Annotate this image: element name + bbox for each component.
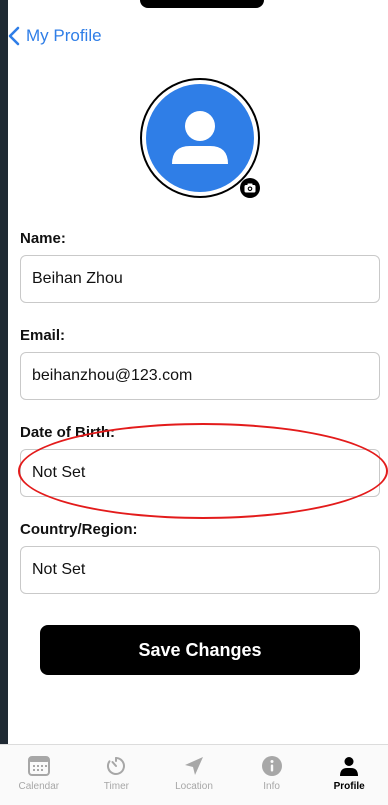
save-changes-button[interactable]: Save Changes	[40, 625, 360, 675]
tab-location[interactable]: Location	[155, 745, 233, 805]
email-field[interactable]: beihanzhou@123.com	[20, 352, 380, 400]
tab-info[interactable]: Info	[233, 745, 311, 805]
camera-icon	[244, 183, 256, 193]
back-button[interactable]: My Profile	[8, 24, 102, 48]
tab-info-label: Info	[263, 781, 280, 792]
name-field[interactable]: Beihan Zhou	[20, 255, 380, 303]
change-photo-button[interactable]	[240, 178, 260, 198]
location-icon	[184, 757, 203, 775]
country-field[interactable]: Not Set	[20, 546, 380, 594]
profile-avatar[interactable]	[140, 78, 260, 198]
tab-profile-label: Profile	[333, 781, 365, 792]
tab-calendar-label: Calendar	[18, 781, 60, 792]
device-frame-edge	[0, 0, 8, 804]
device-notch	[140, 0, 264, 8]
timer-icon	[107, 757, 126, 775]
tab-profile[interactable]: Profile	[310, 745, 388, 805]
tab-bar: Calendar Timer Location Info Profile	[0, 744, 388, 805]
tab-timer-label: Timer	[103, 781, 129, 792]
calendar-icon	[27, 756, 50, 776]
back-button-label: My Profile	[26, 26, 102, 45]
tab-location-label: Location	[175, 781, 213, 792]
avatar	[146, 84, 254, 192]
tab-timer[interactable]: Timer	[78, 745, 156, 805]
info-icon	[261, 756, 282, 776]
person-icon	[340, 757, 359, 776]
email-label: Email:	[20, 327, 66, 344]
tab-calendar[interactable]: Calendar	[0, 745, 78, 805]
name-label: Name:	[20, 230, 66, 247]
dob-label: Date of Birth:	[20, 424, 115, 441]
chevron-left-icon	[8, 26, 20, 46]
country-label: Country/Region:	[20, 521, 138, 538]
dob-field[interactable]: Not Set	[20, 449, 380, 497]
person-icon	[172, 111, 228, 164]
